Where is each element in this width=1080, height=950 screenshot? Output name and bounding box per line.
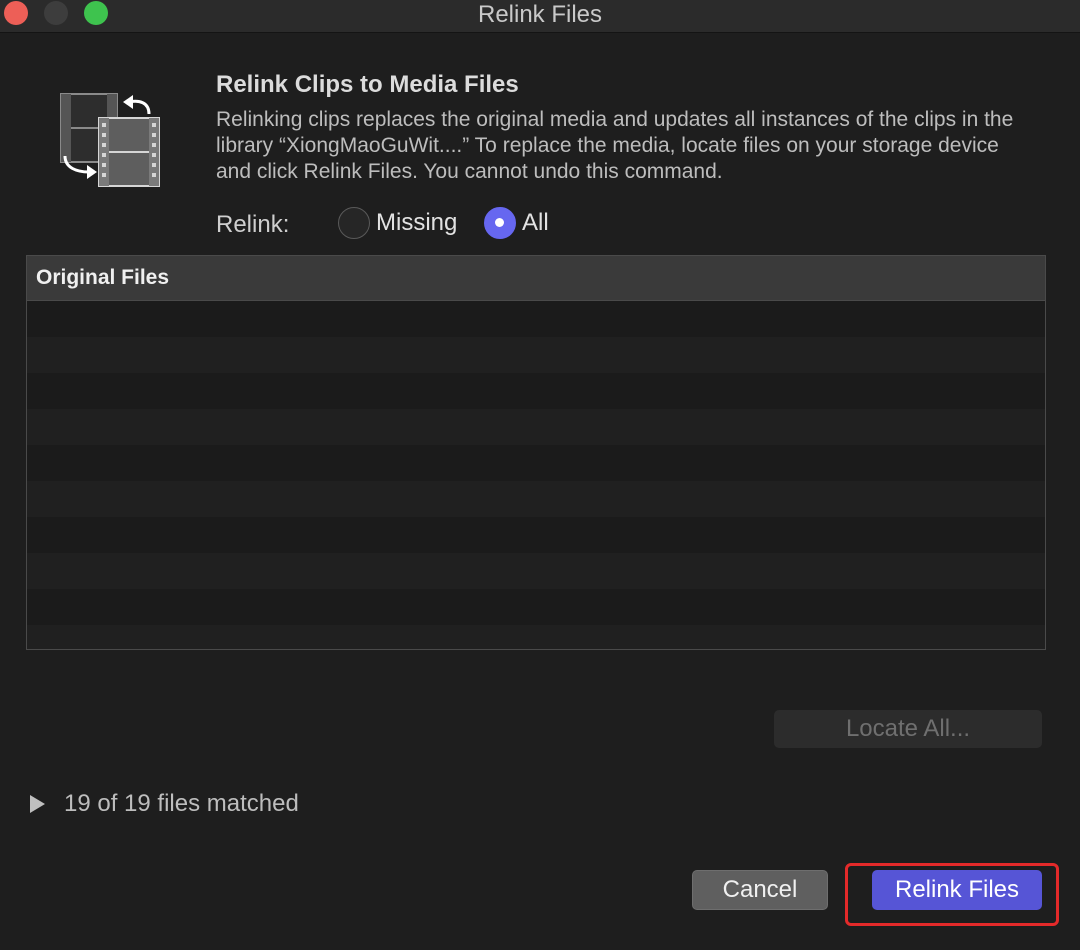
radio-missing[interactable]: Missing bbox=[338, 207, 457, 239]
window-title: Relink Files bbox=[477, 1, 603, 28]
list-row bbox=[27, 625, 1045, 649]
list-row bbox=[27, 337, 1045, 373]
list-row bbox=[27, 553, 1045, 589]
dialog-heading: Relink Clips to Media Files bbox=[216, 71, 519, 98]
matched-files-disclosure[interactable]: 19 of 19 files matched bbox=[30, 790, 299, 818]
list-row bbox=[27, 373, 1045, 409]
dialog-description: Relinking clips replaces the original me… bbox=[216, 108, 1014, 183]
list-row bbox=[27, 409, 1045, 445]
cancel-button[interactable]: Cancel bbox=[692, 870, 828, 910]
disclosure-triangle-icon[interactable] bbox=[30, 795, 45, 813]
list-row bbox=[27, 445, 1045, 481]
relink-film-icon bbox=[60, 93, 160, 187]
list-row bbox=[27, 517, 1045, 553]
radio-all-circle[interactable] bbox=[484, 207, 516, 239]
relink-label: Relink: bbox=[216, 211, 290, 238]
radio-all[interactable]: All bbox=[484, 207, 549, 239]
highlight-annotation bbox=[845, 863, 1059, 926]
column-header-original-files[interactable]: Original Files bbox=[27, 256, 1045, 301]
list-row bbox=[27, 481, 1045, 517]
radio-missing-label: Missing bbox=[376, 209, 458, 236]
list-row bbox=[27, 301, 1045, 337]
matched-status-text: 19 of 19 files matched bbox=[64, 790, 299, 817]
original-files-list[interactable]: Original Files bbox=[26, 255, 1046, 650]
file-list-rows bbox=[27, 301, 1045, 649]
title-bar: Relink Files bbox=[0, 0, 1080, 33]
list-row bbox=[27, 589, 1045, 625]
locate-all-button[interactable]: Locate All... bbox=[774, 710, 1042, 748]
radio-missing-circle[interactable] bbox=[338, 207, 370, 239]
radio-all-label: All bbox=[522, 209, 549, 236]
relink-files-dialog: Relink Files Relink Clips to Media Files… bbox=[0, 0, 1080, 950]
